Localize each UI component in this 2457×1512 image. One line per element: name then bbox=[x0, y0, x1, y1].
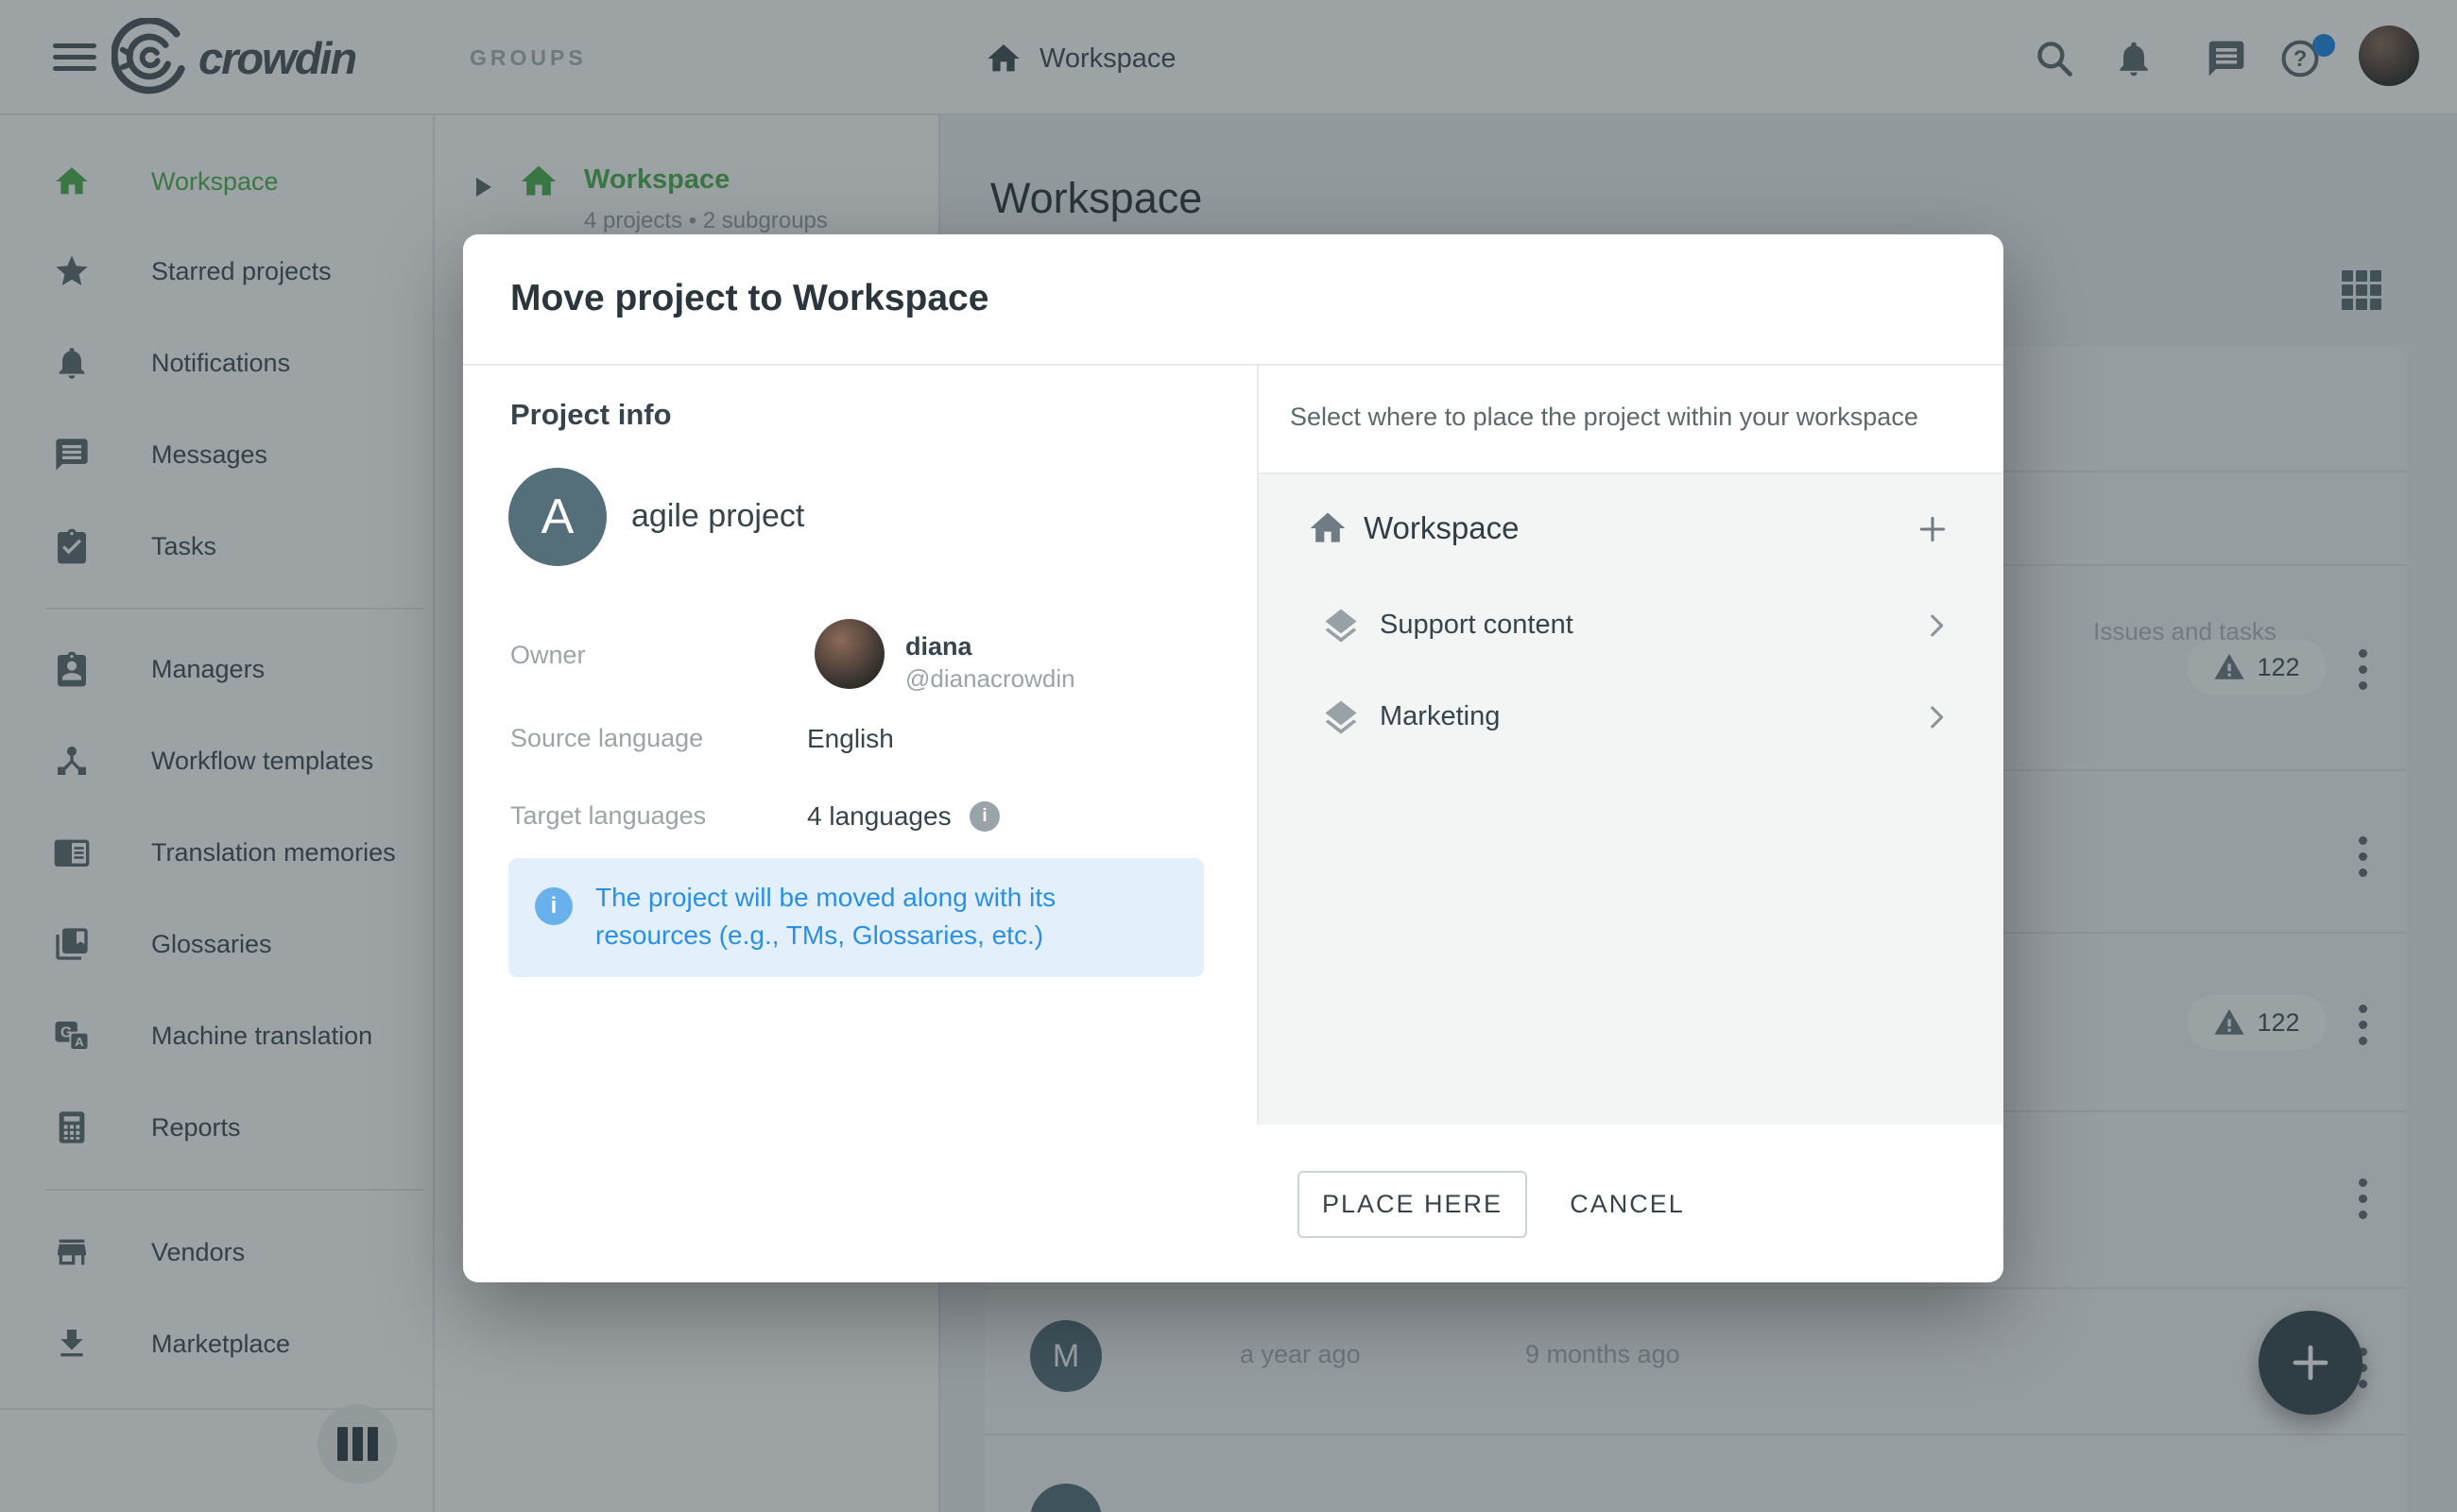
note-text: The project will be moved along with its… bbox=[595, 879, 1056, 954]
workspace-tree: Workspace Support content Marketing bbox=[1259, 474, 2003, 1125]
tree-item-marketing[interactable]: Marketing bbox=[1259, 680, 2003, 765]
owner-avatar bbox=[815, 619, 885, 689]
chevron-right-icon bbox=[1920, 701, 1952, 733]
move-project-dialog: Move project to Workspace Project info A… bbox=[463, 234, 2003, 1282]
placement-prompt: Select where to place the project within… bbox=[1290, 403, 1918, 432]
owner-handle: @dianacrowdin bbox=[905, 663, 1075, 694]
project-info-pane: Project info A agile project Owner diana… bbox=[463, 364, 1257, 1282]
dialog-footer: PLACE HERE CANCEL bbox=[1259, 1125, 2003, 1282]
owner-name: diana bbox=[905, 631, 972, 662]
note-line: The project will be moved along with its bbox=[595, 879, 1056, 917]
source-language-value: English bbox=[807, 724, 894, 754]
move-note: i The project will be moved along with i… bbox=[508, 858, 1204, 977]
source-language-label: Source language bbox=[510, 724, 703, 753]
place-here-button[interactable]: PLACE HERE bbox=[1297, 1171, 1527, 1238]
section-heading: Project info bbox=[510, 398, 672, 432]
chevron-right-icon bbox=[1920, 610, 1952, 642]
project-name: agile project bbox=[631, 498, 804, 535]
layers-icon bbox=[1320, 697, 1362, 739]
target-languages-label: Target languages bbox=[510, 801, 706, 831]
project-avatar: A bbox=[508, 468, 607, 566]
info-icon: i bbox=[535, 887, 573, 925]
add-group-icon[interactable] bbox=[1914, 510, 1951, 548]
info-icon[interactable]: i bbox=[970, 801, 1000, 832]
note-line: resources (e.g., TMs, Glossaries, etc.) bbox=[595, 917, 1056, 954]
target-languages-value: 4 languages bbox=[807, 801, 952, 832]
crowdin-app: crowdin GROUPS Workspace ? Workspace bbox=[0, 0, 2457, 1512]
tree-item-support-content[interactable]: Support content bbox=[1259, 589, 2003, 674]
owner-label: Owner bbox=[510, 641, 586, 670]
home-icon bbox=[1307, 507, 1349, 549]
tree-root-workspace[interactable]: Workspace bbox=[1364, 510, 1519, 546]
tree-item-label: Marketing bbox=[1380, 701, 1500, 732]
dialog-title: Move project to Workspace bbox=[510, 276, 988, 321]
tree-item-label: Support content bbox=[1380, 610, 1573, 641]
placement-pane: Select where to place the project within… bbox=[1257, 364, 2003, 1282]
cancel-button[interactable]: CANCEL bbox=[1542, 1171, 1712, 1238]
layers-icon bbox=[1320, 606, 1362, 647]
